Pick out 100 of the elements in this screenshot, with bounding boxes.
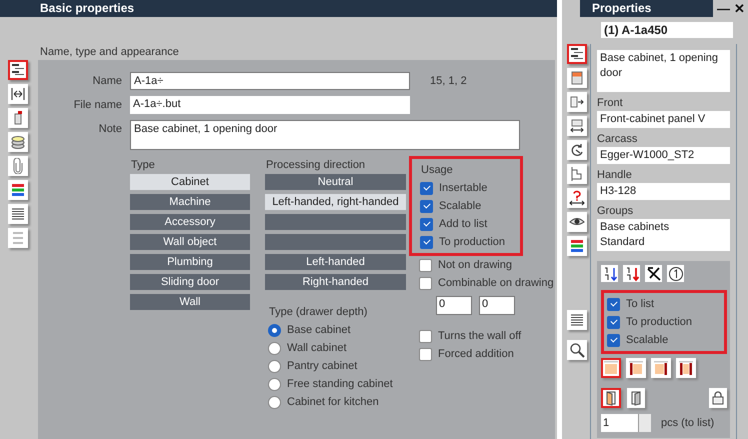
eye-icon[interactable] bbox=[567, 212, 587, 232]
question-width-icon[interactable] bbox=[567, 188, 587, 208]
cross-icon[interactable] bbox=[645, 265, 662, 282]
panel-title: Properties bbox=[580, 0, 713, 17]
checkbox-label: Turns the wall off bbox=[438, 330, 522, 342]
checkbox[interactable] bbox=[607, 298, 620, 310]
file-name-field[interactable]: A-1a÷.but bbox=[130, 96, 410, 114]
checkbox[interactable] bbox=[419, 276, 432, 290]
field-label: Groups bbox=[597, 204, 634, 219]
checkbox[interactable] bbox=[420, 182, 433, 194]
direction-option[interactable]: Left-handed, right-handed bbox=[265, 194, 406, 210]
radio-button[interactable] bbox=[268, 378, 281, 390]
list-indent-icon[interactable] bbox=[567, 44, 587, 64]
name-field[interactable]: A-1a÷ bbox=[130, 72, 410, 90]
radio-label: Pantry cabinet bbox=[287, 360, 358, 372]
type-option[interactable]: Cabinet bbox=[130, 174, 250, 190]
quantity-unit: pcs (to list) bbox=[661, 417, 714, 429]
group-heading: Type (drawer depth) bbox=[269, 306, 368, 318]
rotate-icon[interactable] bbox=[567, 140, 587, 160]
radio-button[interactable] bbox=[268, 324, 281, 336]
value-field[interactable]: Front-cabinet panel V bbox=[597, 111, 730, 128]
field-label: Handle bbox=[597, 168, 633, 183]
checkbox[interactable] bbox=[419, 258, 432, 272]
radio-button[interactable] bbox=[268, 396, 281, 408]
edge-left-icon[interactable] bbox=[626, 358, 646, 378]
checkbox-label: To production bbox=[626, 316, 692, 328]
box-width-icon[interactable] bbox=[567, 116, 587, 136]
type-option[interactable]: Machine bbox=[130, 194, 250, 210]
radio-button[interactable] bbox=[268, 342, 281, 354]
type-option[interactable]: Wall bbox=[130, 294, 250, 310]
lines-icon[interactable] bbox=[8, 204, 28, 224]
close-button[interactable]: ✕ bbox=[734, 0, 745, 17]
checkbox[interactable] bbox=[420, 200, 433, 212]
radio-label: Free standing cabinet bbox=[287, 378, 393, 390]
color-bars-icon[interactable] bbox=[8, 180, 28, 200]
value-field[interactable]: Egger-W1000_ST2 bbox=[597, 147, 730, 164]
value-field[interactable]: H3-128 bbox=[597, 183, 730, 200]
checkbox[interactable] bbox=[607, 334, 620, 346]
checkbox-label: Not on drawing bbox=[438, 259, 512, 271]
radio-button[interactable] bbox=[268, 360, 281, 372]
group-heading: Usage bbox=[421, 164, 453, 176]
search-icon[interactable] bbox=[567, 340, 587, 360]
checkbox[interactable] bbox=[419, 348, 432, 360]
paperclip-icon[interactable] bbox=[8, 156, 28, 176]
edge-both-icon[interactable] bbox=[676, 358, 696, 378]
note-field[interactable]: Base cabinet, 1 opening door bbox=[597, 50, 730, 92]
field-label: Note bbox=[98, 122, 122, 135]
note-field[interactable]: Base cabinet, 1 opening door bbox=[130, 120, 520, 150]
field-label: Name bbox=[92, 75, 122, 87]
edge-top-icon[interactable] bbox=[601, 358, 621, 378]
edge-right-icon[interactable] bbox=[651, 358, 671, 378]
checkbox-label: Add to list bbox=[439, 218, 488, 230]
width-arrows-icon[interactable] bbox=[8, 84, 28, 104]
layers-stack-icon[interactable] bbox=[8, 132, 28, 152]
checkbox-label: To production bbox=[439, 236, 506, 248]
radio-label: Cabinet for kitchen bbox=[287, 396, 379, 408]
type-option[interactable]: Sliding door bbox=[130, 274, 250, 290]
type-option[interactable]: Accessory bbox=[130, 214, 250, 230]
checkbox[interactable] bbox=[420, 236, 433, 248]
group-heading: Processing direction bbox=[266, 159, 366, 171]
lines-icon[interactable] bbox=[567, 310, 587, 330]
offset-field[interactable]: 0 bbox=[436, 296, 472, 315]
door-right-icon[interactable] bbox=[627, 388, 645, 408]
offset-field[interactable]: 0 bbox=[479, 296, 515, 315]
checkbox-label: Forced addition bbox=[438, 348, 514, 360]
radio-label: Wall cabinet bbox=[287, 342, 347, 354]
direction-option[interactable]: Left-handed bbox=[265, 254, 406, 270]
object-name: (1) A-1a450 bbox=[601, 22, 733, 38]
minimize-button[interactable]: — bbox=[717, 0, 730, 17]
lock-icon[interactable] bbox=[709, 388, 727, 408]
type-option[interactable]: Plumbing bbox=[130, 254, 250, 270]
checkbox[interactable] bbox=[420, 218, 433, 230]
cabinet-icon[interactable] bbox=[567, 68, 587, 88]
counter-text: 15, 1, 2 bbox=[430, 75, 467, 87]
checkbox[interactable] bbox=[607, 316, 620, 328]
direction-option[interactable]: Right-handed bbox=[265, 274, 406, 290]
checkbox-label: Scalable bbox=[626, 334, 668, 346]
color-bars-icon[interactable] bbox=[567, 236, 587, 256]
quantity-spinner[interactable]: 1 bbox=[601, 414, 651, 432]
sort-ascending-icon[interactable] bbox=[601, 265, 618, 282]
align-bracket-icon[interactable] bbox=[567, 164, 587, 184]
panel-title: Basic properties bbox=[0, 0, 557, 17]
value-field[interactable]: Base cabinets Standard bbox=[597, 219, 730, 251]
component-icon[interactable] bbox=[8, 108, 28, 128]
direction-option[interactable]: Neutral bbox=[265, 174, 406, 190]
list-indent-icon[interactable] bbox=[8, 60, 28, 80]
field-label: Carcass bbox=[597, 132, 638, 147]
checkbox-label: Scalable bbox=[439, 200, 482, 212]
door-left-icon[interactable] bbox=[601, 388, 621, 408]
checkbox-label: Combinable on drawing bbox=[438, 277, 554, 289]
group-heading: Type bbox=[131, 159, 155, 171]
radio-label: Base cabinet bbox=[287, 324, 351, 336]
field-label: File name bbox=[72, 99, 122, 111]
checkbox[interactable] bbox=[419, 330, 432, 342]
checkbox-label: To list bbox=[626, 298, 654, 310]
sort-descending-icon[interactable] bbox=[623, 265, 640, 282]
field-label: Front bbox=[597, 96, 624, 111]
type-option[interactable]: Wall object bbox=[130, 234, 250, 250]
circled-number-icon[interactable] bbox=[667, 265, 684, 282]
section-label: Name, type and appearance bbox=[40, 46, 179, 58]
